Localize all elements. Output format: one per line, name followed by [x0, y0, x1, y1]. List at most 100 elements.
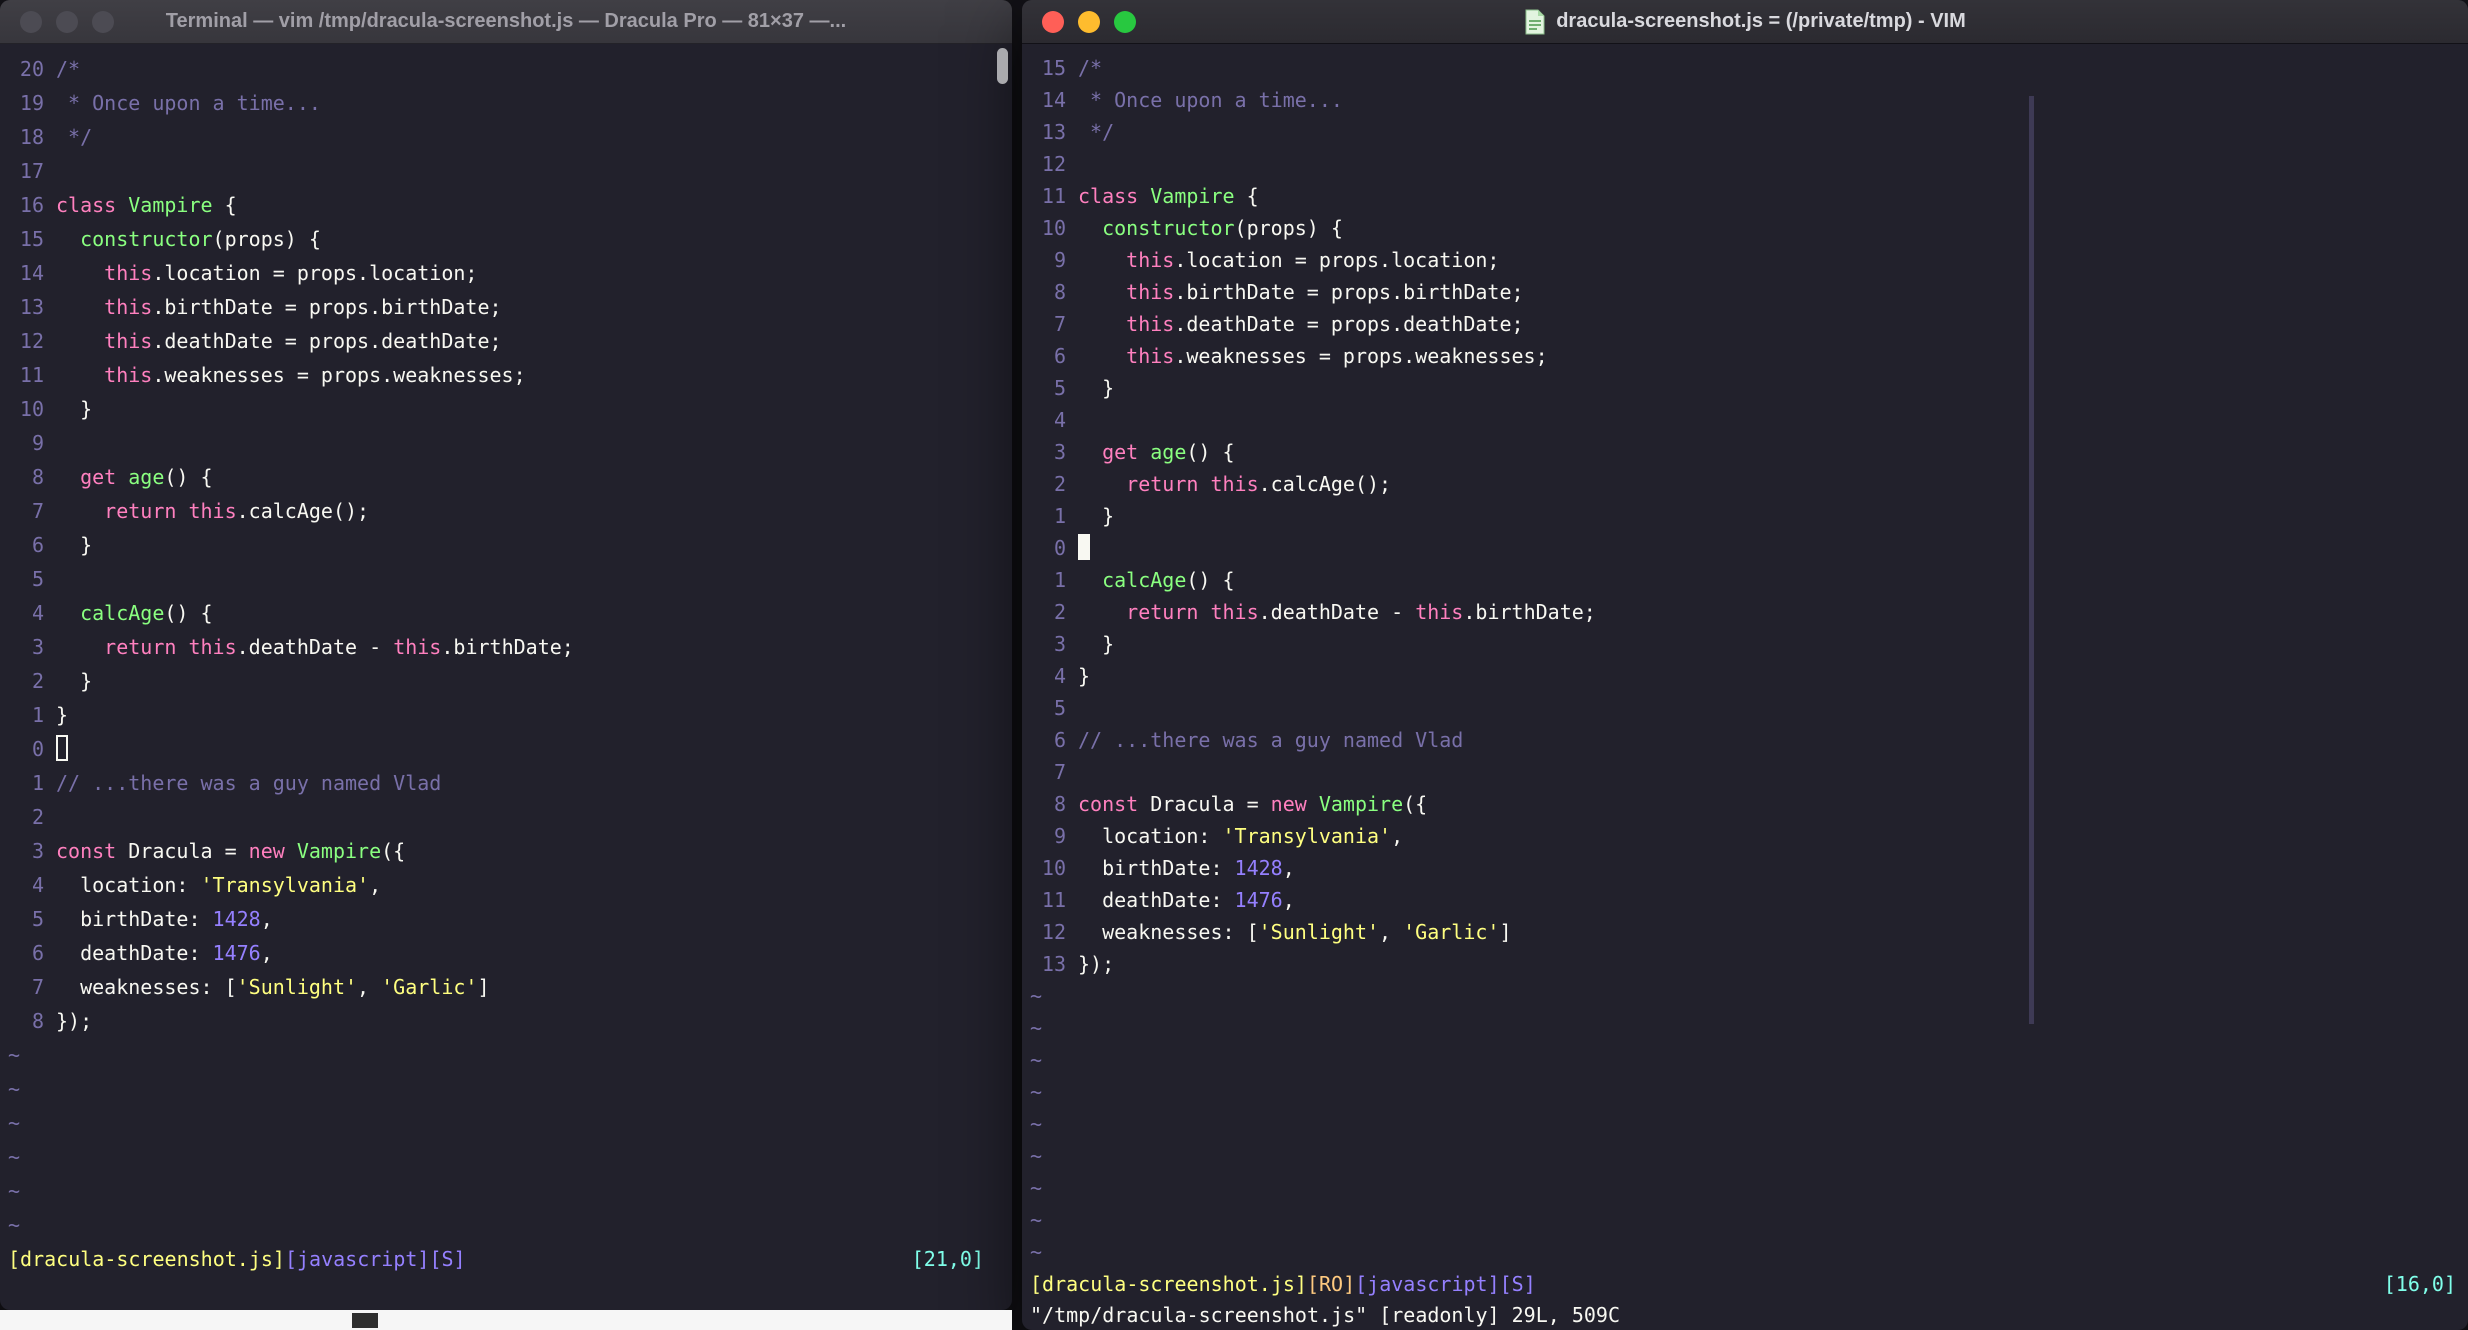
editor[interactable]: 20/* 19 * Once upon a time... 18 */17 16 cla…: [0, 44, 1012, 1310]
editor-rows: 20/* 19 * Once upon a time... 18 */17 16 cla…: [0, 44, 1012, 1242]
line-number: 1: [1053, 568, 1066, 592]
code-text: }: [56, 533, 93, 557]
code-line: 10 }: [8, 392, 1012, 426]
code-line: 6 // ...there was a guy named Vlad: [1030, 724, 2468, 756]
status-flag: [dracula-screenshot.js]: [8, 1247, 285, 1271]
code-line: 20 /*: [8, 52, 1012, 86]
code-text: * Once upon a time...: [1078, 88, 1343, 112]
code-line: 11 class Vampire {: [1030, 180, 2468, 212]
code-text: [1078, 534, 1090, 560]
status-flag: [S]: [429, 1247, 466, 1271]
line-number: 19: [19, 91, 44, 115]
code-line: 10 constructor(props) {: [1030, 212, 2468, 244]
line-number: 4: [1053, 408, 1066, 432]
code-text: deathDate: 1476,: [1078, 888, 1295, 912]
line-number: 7: [1053, 760, 1066, 784]
minimize-button[interactable]: [56, 11, 78, 33]
tilde-line: ~: [8, 1043, 21, 1067]
minimize-button[interactable]: [1078, 11, 1100, 33]
tilde-line: ~: [1030, 1240, 1043, 1264]
ruler-position: [21,0]: [911, 1247, 984, 1271]
code-text: this.location = props.location;: [104, 261, 478, 285]
code-text: });: [1078, 952, 1115, 976]
code-line: 18 */: [8, 120, 1012, 154]
background-window: [0, 1310, 1012, 1330]
file-proxy-icon: [1525, 9, 1545, 34]
line-number: 1: [31, 771, 44, 795]
line-number: 10: [1041, 856, 1066, 880]
code-text: // ...there was a guy named Vlad: [1078, 728, 1464, 752]
code-text: const Dracula = new Vampire({: [1078, 792, 1428, 816]
code-line: 2 return this.deathDate - this.birthDate…: [1030, 596, 2468, 628]
line-number: 11: [1041, 184, 1066, 208]
tilde-line: ~: [8, 1145, 21, 1169]
tilde-line: ~: [8, 1077, 21, 1101]
code-line: 13});: [1030, 948, 2468, 980]
line-number: 8: [31, 465, 44, 489]
close-button[interactable]: [1042, 11, 1064, 33]
code-line: 4: [1030, 404, 2468, 436]
scrollbar-thumb[interactable]: [997, 48, 1008, 84]
code-text: class Vampire {: [56, 193, 237, 217]
code-text: // ...there was a guy named Vlad: [56, 771, 442, 795]
tilde-line: ~: [1030, 1048, 1043, 1072]
code-text: }: [56, 703, 69, 727]
status-line: [dracula-screenshot.js][javascript][S] […: [8, 1242, 984, 1276]
line-number: 18: [19, 125, 44, 149]
code-text: */: [1078, 120, 1115, 144]
status-flag: [javascript]: [1355, 1272, 1500, 1296]
status-line: [dracula-screenshot.js][RO][javascript][…: [1030, 1268, 2456, 1300]
code-line: 4 calcAge() {: [8, 596, 1012, 630]
code-line: 11 deathDate: 1476,: [1030, 884, 2468, 916]
code-line: 19 * Once upon a time...: [8, 86, 1012, 120]
code-text: birthDate: 1428,: [56, 907, 273, 931]
zoom-button[interactable]: [1114, 11, 1136, 33]
code-line: 0: [8, 732, 1012, 766]
macvim-window: dracula-screenshot.js = (/private/tmp) -…: [1022, 0, 2468, 1330]
window-title-group: dracula-screenshot.js = (/private/tmp) -…: [1022, 9, 2468, 35]
code-line: 5: [1030, 692, 2468, 724]
title-bar[interactable]: Terminal — vim /tmp/dracula-screenshot.j…: [0, 0, 1012, 44]
code-line: 3 return this.deathDate - this.birthDate…: [8, 630, 1012, 664]
status-flags: [dracula-screenshot.js][javascript][S]: [8, 1242, 466, 1276]
status-flags: [dracula-screenshot.js][RO][javascript][…: [1030, 1268, 1536, 1300]
line-number: 0: [1053, 536, 1066, 560]
line-number: 12: [1041, 152, 1066, 176]
code-text: weaknesses: ['Sunlight', 'Garlic']: [1078, 920, 1512, 944]
code-line: 16 class Vampire {: [8, 188, 1012, 222]
line-number: 6: [1053, 728, 1066, 752]
command-line: "/tmp/dracula-screenshot.js" [readonly] …: [1030, 1303, 1621, 1327]
code-line: 2 return this.calcAge();: [1030, 468, 2468, 500]
code-line: 8});: [8, 1004, 1012, 1038]
code-text: this.weaknesses = props.weaknesses;: [1126, 344, 1548, 368]
line-number: 2: [31, 805, 44, 829]
code-text: }: [1078, 504, 1115, 528]
line-number: 12: [19, 329, 44, 353]
code-line: 7 this.deathDate = props.deathDate;: [1030, 308, 2468, 340]
close-button[interactable]: [20, 11, 42, 33]
code-text: /*: [1078, 56, 1103, 80]
terminal-window: Terminal — vim /tmp/dracula-screenshot.j…: [0, 0, 1012, 1310]
code-text: calcAge() {: [80, 601, 213, 625]
code-line: 11 this.weaknesses = props.weaknesses;: [8, 358, 1012, 392]
zoom-button[interactable]: [92, 11, 114, 33]
code-line: 6 }: [8, 528, 1012, 562]
line-number: 0: [31, 737, 44, 761]
code-text: location: 'Transylvania',: [1078, 824, 1404, 848]
code-text: this.birthDate = props.birthDate;: [1126, 280, 1524, 304]
line-number: 2: [1053, 600, 1066, 624]
tilde-line: ~: [8, 1179, 21, 1203]
editor[interactable]: 15/* 14 * Once upon a time... 13 */12 11 cla…: [1022, 44, 2468, 1330]
code-text: this.deathDate = props.deathDate;: [1126, 312, 1524, 336]
code-text: weaknesses: ['Sunlight', 'Garlic']: [56, 975, 490, 999]
code-text: }: [1078, 376, 1115, 400]
code-line: 4}: [1030, 660, 2468, 692]
traffic-lights: [1042, 0, 1136, 44]
code-line: 14 * Once upon a time...: [1030, 84, 2468, 116]
title-bar[interactable]: dracula-screenshot.js = (/private/tmp) -…: [1022, 0, 2468, 44]
command-line: [8, 1276, 1004, 1310]
tilde-line: ~: [8, 1111, 21, 1135]
code-text: constructor(props) {: [1102, 216, 1343, 240]
code-text: return this.calcAge();: [104, 499, 370, 523]
code-text: get age() {: [1102, 440, 1235, 464]
